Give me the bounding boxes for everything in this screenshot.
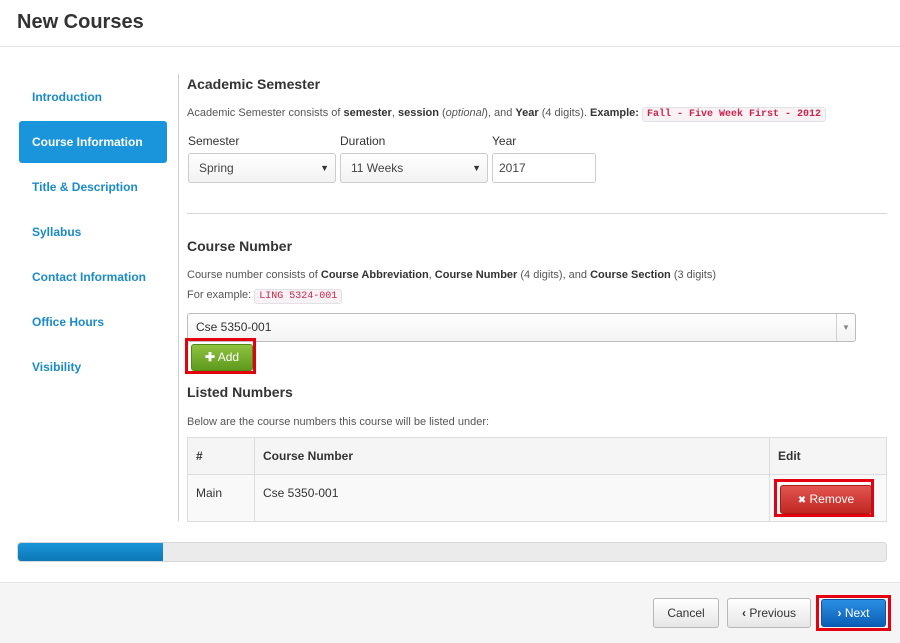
chevron-down-icon[interactable]: ▼ xyxy=(836,314,855,341)
course-number-help: Course number consists of Course Abbrevi… xyxy=(187,269,716,281)
sidebar-item-visibility[interactable]: Visibility xyxy=(19,346,167,388)
sidebar-item-introduction[interactable]: Introduction xyxy=(19,76,167,118)
help-bold-year: Year xyxy=(515,107,539,119)
example-label: For example: xyxy=(187,289,252,301)
semester-label: Semester xyxy=(188,134,240,148)
content-divider xyxy=(178,74,179,521)
course-number-example: For example: LING 5324-001 xyxy=(187,289,343,304)
help-bold-section: Course Section xyxy=(590,269,671,281)
next-button-highlight: › Next xyxy=(816,595,891,631)
next-button-label: Next xyxy=(844,606,870,620)
sidebar-item-syllabus[interactable]: Syllabus xyxy=(19,211,167,253)
previous-button-label: Previous xyxy=(749,606,797,620)
listed-numbers-help: Below are the course numbers this course… xyxy=(187,416,490,428)
close-icon: ✖ xyxy=(797,495,807,507)
course-number-combobox[interactable]: Cse 5350-001 ▼ xyxy=(187,313,856,342)
duration-select-value: 11 Weeks xyxy=(351,161,404,175)
help-text: ( xyxy=(438,107,446,119)
help-bold-abbreviation: Course Abbreviation xyxy=(320,269,429,281)
course-number-title: Course Number xyxy=(187,238,293,254)
footer-bar: Cancel ‹ Previous › Next xyxy=(0,582,900,643)
example-label: Example: xyxy=(590,107,639,119)
next-button[interactable]: › Next xyxy=(821,599,886,627)
column-header-course-number: Course Number xyxy=(254,436,770,476)
course-number-example-code: LING 5324-001 xyxy=(254,289,343,304)
add-button-highlight: ✚ Add xyxy=(185,338,256,374)
table-row: Main Cse 5350-001 ✖ Remove xyxy=(187,474,887,522)
row-edit-cell: ✖ Remove xyxy=(769,474,887,522)
semester-select-value: Spring xyxy=(199,161,234,175)
year-input[interactable]: 2017 xyxy=(492,153,596,183)
chevron-down-icon: ▼ xyxy=(320,163,329,173)
page-header: New Courses xyxy=(0,0,900,47)
sidebar-nav: Introduction Course Information Title & … xyxy=(19,76,167,391)
table-header-row: # Course Number Edit xyxy=(187,436,887,476)
chevron-left-icon: ‹ xyxy=(741,606,746,620)
duration-label: Duration xyxy=(340,134,386,148)
year-label: Year xyxy=(492,134,517,148)
page-title: New Courses xyxy=(17,11,144,33)
help-bold-semester: semester xyxy=(343,107,392,119)
sidebar-item-office-hours[interactable]: Office Hours xyxy=(19,301,167,343)
help-text: (4 digits). xyxy=(538,107,591,119)
listed-numbers-title: Listed Numbers xyxy=(187,384,293,400)
help-text: Academic Semester consists of xyxy=(187,107,344,119)
column-header-index: # xyxy=(187,436,255,476)
previous-button[interactable]: ‹ Previous xyxy=(727,598,811,628)
plus-icon: ✚ xyxy=(204,350,216,364)
row-course-number-cell: Cse 5350-001 xyxy=(254,474,770,522)
help-text: ), and xyxy=(484,107,516,119)
add-button-label: Add xyxy=(217,350,240,364)
help-text: (3 digits) xyxy=(670,269,717,281)
remove-button[interactable]: ✖ Remove xyxy=(780,485,872,515)
chevron-down-icon: ▼ xyxy=(472,163,481,173)
academic-semester-help: Academic Semester consists of semester, … xyxy=(187,107,827,122)
sidebar-item-course-information[interactable]: Course Information xyxy=(19,121,167,163)
add-button[interactable]: ✚ Add xyxy=(191,344,253,371)
academic-semester-title: Academic Semester xyxy=(187,76,321,92)
help-bold-session: session xyxy=(397,107,439,119)
column-header-edit: Edit xyxy=(769,436,887,476)
sidebar-item-title-description[interactable]: Title & Description xyxy=(19,166,167,208)
semester-select[interactable]: Spring ▼ xyxy=(188,153,336,183)
progress-bar-fill xyxy=(18,543,163,561)
section-divider xyxy=(187,213,887,214)
help-bold-number: Course Number xyxy=(434,269,518,281)
cancel-button[interactable]: Cancel xyxy=(653,598,719,628)
remove-button-label: Remove xyxy=(809,492,855,507)
row-type-cell: Main xyxy=(187,474,255,522)
chevron-right-icon: › xyxy=(837,606,842,620)
semester-example-code: Fall - Five Week First - 2012 xyxy=(642,107,827,122)
help-optional: optional xyxy=(445,107,485,119)
course-number-combobox-value: Cse 5350-001 xyxy=(196,320,272,334)
help-text: Course number consists of xyxy=(187,269,321,281)
progress-bar xyxy=(17,542,887,562)
remove-button-highlight: ✖ Remove xyxy=(774,479,874,518)
sidebar-item-contact-information[interactable]: Contact Information xyxy=(19,256,167,298)
help-text: (4 digits), and xyxy=(517,269,591,281)
duration-select[interactable]: 11 Weeks ▼ xyxy=(340,153,488,183)
listed-numbers-table: # Course Number Edit Main Cse 5350-001 ✖… xyxy=(187,436,887,522)
